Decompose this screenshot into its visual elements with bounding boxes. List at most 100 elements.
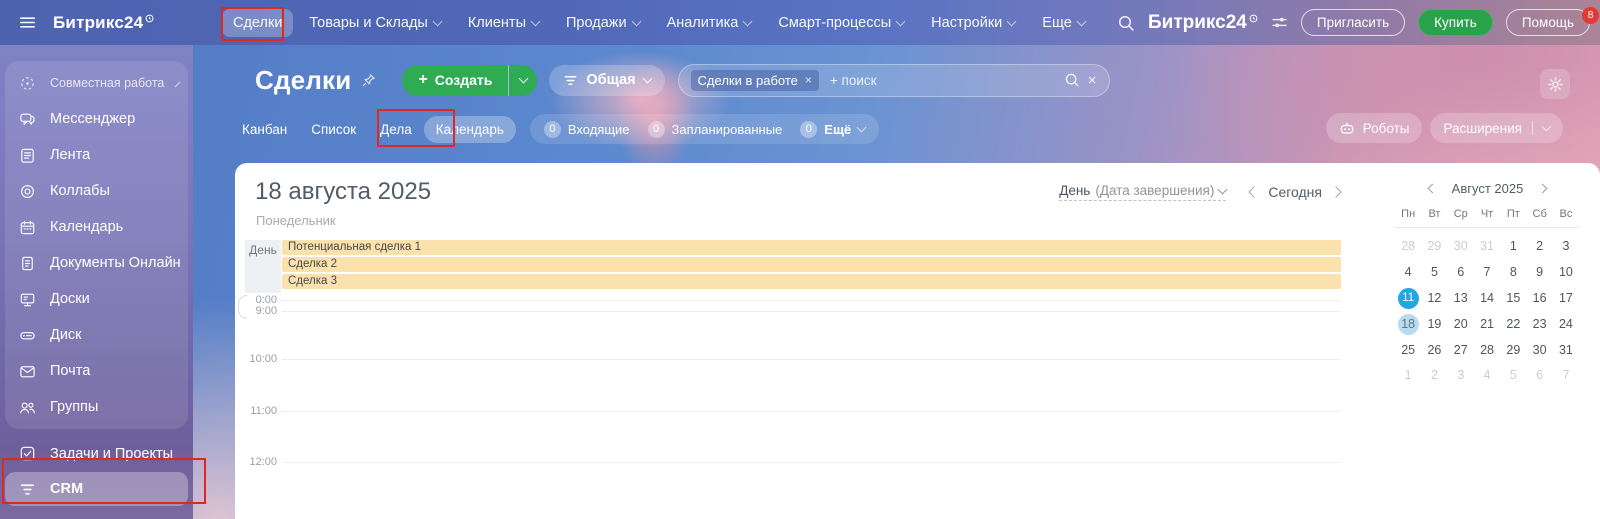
- today-button[interactable]: Сегодня: [1268, 184, 1322, 200]
- counter-incoming[interactable]: 0 Входящие: [544, 121, 630, 138]
- nav-item-goods[interactable]: Товары и Склады: [298, 9, 451, 37]
- mini-calendar-day[interactable]: 16: [1526, 286, 1552, 312]
- mini-calendar-day[interactable]: 29: [1421, 234, 1447, 260]
- mini-calendar-day[interactable]: 24: [1553, 311, 1579, 337]
- mini-calendar-day[interactable]: 12: [1421, 286, 1447, 312]
- mini-calendar-day[interactable]: 18: [1395, 311, 1421, 337]
- nav-item-sales[interactable]: Продажи: [555, 9, 651, 37]
- search-input[interactable]: [828, 72, 1055, 89]
- sidebar-item-sites[interactable]: Сайты: [5, 510, 188, 519]
- robots-button[interactable]: Роботы: [1326, 113, 1423, 143]
- invite-button[interactable]: Пригласить: [1301, 9, 1405, 36]
- mini-calendar-day[interactable]: 27: [1448, 337, 1474, 363]
- mini-calendar-day[interactable]: 31: [1474, 234, 1500, 260]
- mini-calendar-day[interactable]: 20: [1448, 311, 1474, 337]
- sidebar-item-tasks[interactable]: Задачи и Проекты: [5, 437, 188, 470]
- mini-calendar-day[interactable]: 5: [1421, 260, 1447, 286]
- mini-calendar-day[interactable]: 6: [1448, 260, 1474, 286]
- mini-calendar-day[interactable]: 25: [1395, 337, 1421, 363]
- sidebar-item-disk[interactable]: Диск: [5, 317, 188, 353]
- sliders-icon[interactable]: [1271, 14, 1288, 31]
- prev-day-icon[interactable]: [1249, 186, 1260, 197]
- bitrix24-logo[interactable]: Битрикс24: [53, 13, 154, 33]
- mini-calendar-day[interactable]: 13: [1448, 286, 1474, 312]
- mini-calendar-day[interactable]: 5: [1500, 363, 1526, 389]
- mini-calendar-day[interactable]: 3: [1553, 234, 1579, 260]
- mini-calendar-day[interactable]: 9: [1526, 260, 1552, 286]
- mini-calendar-day[interactable]: 2: [1421, 363, 1447, 389]
- counter-more[interactable]: 0 Ещё: [800, 121, 865, 138]
- tab-list[interactable]: Список: [299, 116, 368, 143]
- tab-kanban[interactable]: Канбан: [230, 116, 299, 143]
- search-icon[interactable]: [1117, 14, 1135, 32]
- tab-calendar[interactable]: Календарь: [424, 116, 516, 143]
- mini-calendar-day[interactable]: 30: [1448, 234, 1474, 260]
- mini-calendar-day[interactable]: 3: [1448, 363, 1474, 389]
- deal-event[interactable]: Сделка 2: [282, 257, 1341, 272]
- sidebar-group-collab-work[interactable]: Совместная работа: [5, 65, 188, 101]
- mini-calendar-day[interactable]: 30: [1526, 337, 1552, 363]
- mini-calendar-day[interactable]: 8: [1500, 260, 1526, 286]
- mini-calendar-day[interactable]: 17: [1553, 286, 1579, 312]
- mini-calendar-day[interactable]: 22: [1500, 311, 1526, 337]
- tab-activities[interactable]: Дела: [368, 116, 424, 143]
- mini-calendar-day[interactable]: 6: [1526, 363, 1552, 389]
- nav-item-smart-processes[interactable]: Смарт-процессы: [767, 9, 915, 37]
- pin-icon[interactable]: [361, 73, 376, 88]
- funnel-filter-button[interactable]: Общая: [549, 65, 664, 96]
- tag-close-icon[interactable]: ×: [805, 73, 812, 87]
- mini-calendar-day[interactable]: 21: [1474, 311, 1500, 337]
- next-day-icon[interactable]: [1330, 186, 1341, 197]
- sidebar-item-groups[interactable]: Группы: [5, 389, 188, 425]
- deal-event[interactable]: Потенциальная сделка 1: [282, 240, 1341, 255]
- mini-calendar-day[interactable]: 28: [1474, 337, 1500, 363]
- mini-calendar-day[interactable]: 2: [1526, 234, 1552, 260]
- mini-calendar-day[interactable]: 7: [1474, 260, 1500, 286]
- clear-search-icon[interactable]: ×: [1088, 72, 1097, 89]
- filter-tag[interactable]: Сделки в работе ×: [691, 70, 819, 91]
- mini-calendar-day[interactable]: 10: [1553, 260, 1579, 286]
- hamburger-menu-icon[interactable]: [18, 13, 37, 32]
- mini-calendar-day[interactable]: 26: [1421, 337, 1447, 363]
- counter-planned[interactable]: 0 Запланированные: [648, 121, 783, 138]
- nav-item-clients[interactable]: Клиенты: [457, 9, 550, 37]
- mini-calendar-day[interactable]: 1: [1500, 234, 1526, 260]
- buy-button[interactable]: Купить: [1418, 9, 1493, 36]
- mini-calendar-day[interactable]: 23: [1526, 311, 1552, 337]
- mini-calendar-day[interactable]: 11: [1395, 286, 1421, 312]
- sidebar-item-collabs[interactable]: Коллабы: [5, 173, 188, 209]
- next-month-icon[interactable]: [1538, 183, 1548, 193]
- sidebar-item-boards[interactable]: Доски: [5, 281, 188, 317]
- nav-item-settings[interactable]: Настройки: [920, 9, 1026, 37]
- mini-calendar-day[interactable]: 1: [1395, 363, 1421, 389]
- nav-item-deals[interactable]: Сделки: [222, 9, 293, 37]
- sidebar-item-messenger[interactable]: Мессенджер: [5, 101, 188, 137]
- mini-calendar-day[interactable]: 7: [1553, 363, 1579, 389]
- extensions-button[interactable]: Расширения: [1430, 113, 1563, 143]
- search-bar[interactable]: Сделки в работе × ×: [678, 64, 1110, 97]
- sidebar-item-docs-online[interactable]: Документы Онлайн: [5, 245, 188, 281]
- mini-calendar-day[interactable]: 31: [1553, 337, 1579, 363]
- sidebar-item-calendar[interactable]: Календарь: [5, 209, 188, 245]
- mini-calendar-day[interactable]: 29: [1500, 337, 1526, 363]
- create-dropdown-toggle[interactable]: [509, 65, 537, 96]
- mini-calendar-day[interactable]: 19: [1421, 311, 1447, 337]
- nav-item-analytics[interactable]: Аналитика: [656, 9, 763, 37]
- sidebar-item-mail[interactable]: Почта: [5, 353, 188, 389]
- sidebar-item-crm[interactable]: CRM: [5, 472, 188, 506]
- search-icon[interactable]: [1064, 72, 1080, 88]
- help-button[interactable]: Помощь: [1506, 9, 1590, 36]
- create-button[interactable]: +Создать: [402, 65, 537, 96]
- mini-calendar-day[interactable]: 15: [1500, 286, 1526, 312]
- nav-item-more[interactable]: Еще: [1031, 9, 1096, 37]
- sidebar-item-feed[interactable]: Лента: [5, 137, 188, 173]
- prev-month-icon[interactable]: [1427, 183, 1437, 193]
- deal-event[interactable]: Сделка 3: [282, 274, 1341, 289]
- mini-calendar-day[interactable]: 14: [1474, 286, 1500, 312]
- mini-calendar-day[interactable]: 28: [1395, 234, 1421, 260]
- settings-gear-button[interactable]: [1540, 69, 1570, 99]
- mini-calendar-day[interactable]: 4: [1474, 363, 1500, 389]
- mini-calendar-day[interactable]: 4: [1395, 260, 1421, 286]
- view-mode-dropdown[interactable]: День (Дата завершения): [1059, 183, 1226, 201]
- create-button-main[interactable]: +Создать: [402, 65, 508, 96]
